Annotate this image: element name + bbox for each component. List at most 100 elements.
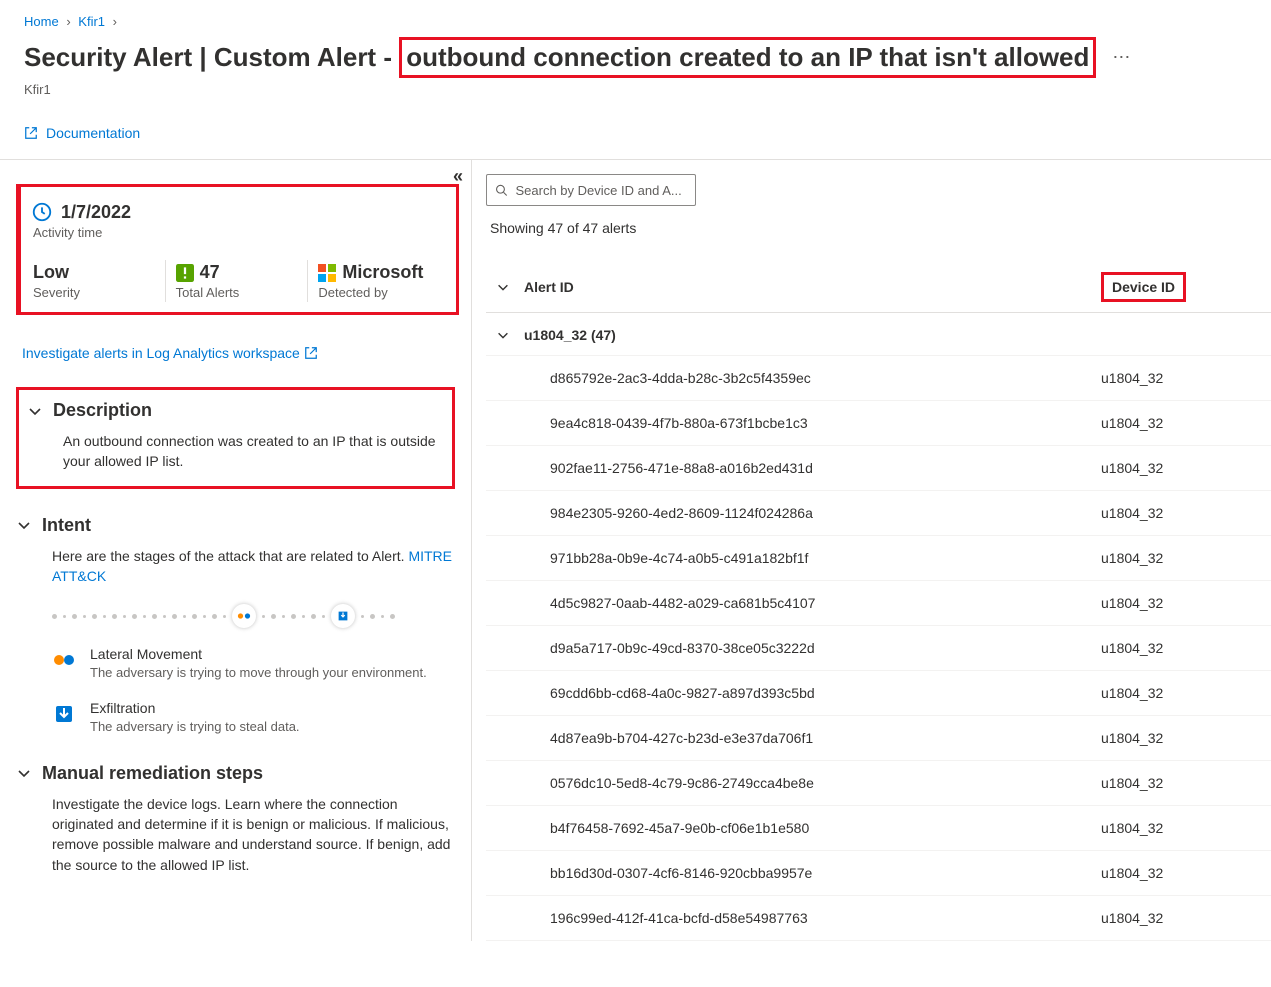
device-id-value: u1804_32 [1101, 595, 1271, 611]
detected-by-value: Microsoft [342, 262, 423, 283]
tactic-name: Lateral Movement [90, 646, 427, 662]
severity-value: Low [33, 262, 155, 283]
table-row[interactable]: bb16d30d-0307-4cf6-8146-920cbba9957eu180… [486, 851, 1271, 896]
device-id-value: u1804_32 [1101, 685, 1271, 701]
device-id-value: u1804_32 [1101, 865, 1271, 881]
column-alert-id[interactable]: Alert ID [520, 279, 1101, 295]
chevron-down-icon [496, 280, 510, 294]
device-id-value: u1804_32 [1101, 505, 1271, 521]
chevron-down-icon [16, 517, 32, 533]
search-input-wrapper[interactable] [486, 174, 696, 206]
table-row[interactable]: d9a5a717-0b9c-49cd-8370-38ce05c3222du180… [486, 626, 1271, 671]
expand-all-button[interactable] [486, 280, 520, 294]
alert-id-value: bb16d30d-0307-4cf6-8146-920cbba9957e [520, 865, 1101, 881]
device-id-value: u1804_32 [1101, 460, 1271, 476]
table-row[interactable]: d865792e-2ac3-4dda-b28c-3b2c5f4359ecu180… [486, 356, 1271, 401]
device-id-value: u1804_32 [1101, 820, 1271, 836]
alert-id-value: 902fae11-2756-471e-88a8-a016b2ed431d [520, 460, 1101, 476]
documentation-link[interactable]: Documentation [24, 125, 140, 141]
page-title: Security Alert | Custom Alert - outbound… [24, 37, 1096, 78]
table-row[interactable]: 0576dc10-5ed8-4c79-9c86-2749cca4be8eu180… [486, 761, 1271, 806]
subtitle: Kfir1 [24, 82, 1247, 97]
collapse-panel-button[interactable]: « [453, 166, 463, 187]
alert-id-value: 4d87ea9b-b704-427c-b23d-e3e37da706f1 [520, 730, 1101, 746]
alert-id-value: 69cdd6bb-cd68-4a0c-9827-a897d393c5bd [520, 685, 1101, 701]
alert-id-value: 9ea4c818-0439-4f7b-880a-673f1bcbe1c3 [520, 415, 1101, 431]
alert-id-value: 196c99ed-412f-41ca-bcfd-d58e54987763 [520, 910, 1101, 926]
intent-title: Intent [42, 515, 91, 536]
total-alerts-cell: 47 Total Alerts [165, 260, 308, 302]
external-link-icon [24, 126, 38, 140]
alert-id-value: b4f76458-7692-45a7-9e0b-cf06e1b1e580 [520, 820, 1101, 836]
search-icon [495, 183, 508, 197]
intent-header[interactable]: Intent [16, 515, 455, 536]
documentation-link-label: Documentation [46, 125, 140, 141]
exfiltration-icon [52, 702, 76, 726]
chevron-down-icon [27, 403, 43, 419]
breadcrumb-home[interactable]: Home [24, 14, 59, 29]
breadcrumb-sep: › [113, 14, 117, 29]
alert-id-value: 0576dc10-5ed8-4c79-9c86-2749cca4be8e [520, 775, 1101, 791]
detected-by-cell: Microsoft Detected by [307, 260, 450, 302]
summary-card: 1/7/2022 Activity time Low Severity 47 T… [16, 184, 459, 315]
external-link-icon [304, 346, 318, 360]
investigate-link[interactable]: Investigate alerts in Log Analytics work… [22, 345, 318, 361]
alert-count-icon [176, 264, 194, 282]
chevron-down-icon [16, 765, 32, 781]
tactic-desc: The adversary is trying to move through … [90, 664, 427, 682]
more-actions-button[interactable]: ⋯ [1104, 47, 1138, 68]
page-title-prefix: Security Alert | Custom Alert - [24, 42, 399, 72]
group-row[interactable]: u1804_32 (47) [486, 313, 1271, 356]
alert-id-value: 971bb28a-0b9e-4c74-a0b5-c491a182bf1f [520, 550, 1101, 566]
intent-body: Here are the stages of the attack that a… [52, 548, 408, 564]
remediation-header[interactable]: Manual remediation steps [16, 763, 455, 784]
exfiltration-node-icon[interactable] [331, 604, 355, 628]
table-row[interactable]: 4d5c9827-0aab-4482-a029-ca681b5c4107u180… [486, 581, 1271, 626]
lateral-movement-icon [52, 648, 76, 672]
intent-section: Intent Here are the stages of the attack… [16, 515, 455, 737]
table-row[interactable]: 69cdd6bb-cd68-4a0c-9827-a897d393c5bdu180… [486, 671, 1271, 716]
column-device-id[interactable]: Device ID [1101, 272, 1186, 302]
table-row[interactable]: 4d87ea9b-b704-427c-b23d-e3e37da706f1u180… [486, 716, 1271, 761]
alert-id-value: 984e2305-9260-4ed2-8609-1124f024286a [520, 505, 1101, 521]
description-body: An outbound connection was created to an… [63, 431, 444, 472]
severity-label: Severity [33, 285, 155, 300]
table-row[interactable]: 902fae11-2756-471e-88a8-a016b2ed431du180… [486, 446, 1271, 491]
total-alerts-label: Total Alerts [176, 285, 298, 300]
table-row[interactable]: 196c99ed-412f-41ca-bcfd-d58e54987763u180… [486, 896, 1271, 941]
table-row[interactable]: 984e2305-9260-4ed2-8609-1124f024286au180… [486, 491, 1271, 536]
device-id-value: u1804_32 [1101, 640, 1271, 656]
device-id-value: u1804_32 [1101, 910, 1271, 926]
description-section: Description An outbound connection was c… [16, 387, 455, 489]
tactic-exfiltration: Exfiltration The adversary is trying to … [52, 700, 455, 736]
device-id-value: u1804_32 [1101, 730, 1271, 746]
table-row[interactable]: 9ea4c818-0439-4f7b-880a-673f1bcbe1c3u180… [486, 401, 1271, 446]
description-header[interactable]: Description [27, 400, 444, 421]
alert-id-value: d865792e-2ac3-4dda-b28c-3b2c5f4359ec [520, 370, 1101, 386]
device-id-value: u1804_32 [1101, 415, 1271, 431]
remediation-section: Manual remediation steps Investigate the… [16, 763, 455, 875]
table-row[interactable]: b4f76458-7692-45a7-9e0b-cf06e1b1e580u180… [486, 806, 1271, 851]
device-id-value: u1804_32 [1101, 370, 1271, 386]
breadcrumb-item[interactable]: Kfir1 [78, 14, 105, 29]
investigate-link-label: Investigate alerts in Log Analytics work… [22, 345, 300, 361]
search-input[interactable] [516, 183, 688, 198]
group-name: u1804_32 (47) [520, 327, 616, 343]
tactic-name: Exfiltration [90, 700, 300, 716]
showing-count: Showing 47 of 47 alerts [490, 220, 1271, 236]
tactic-desc: The adversary is trying to steal data. [90, 718, 300, 736]
total-alerts-value: 47 [200, 262, 220, 283]
clock-icon [31, 201, 53, 223]
page-title-highlight: outbound connection created to an IP tha… [399, 37, 1096, 78]
microsoft-logo-icon [318, 264, 336, 282]
remediation-title: Manual remediation steps [42, 763, 263, 784]
attack-chain [52, 604, 455, 628]
table-row[interactable]: 971bb28a-0b9e-4c74-a0b5-c491a182bf1fu180… [486, 536, 1271, 581]
alert-id-value: d9a5a717-0b9c-49cd-8370-38ce05c3222d [520, 640, 1101, 656]
chevron-down-icon [496, 328, 510, 342]
description-title: Description [53, 400, 152, 421]
detected-by-label: Detected by [318, 285, 440, 300]
device-id-value: u1804_32 [1101, 550, 1271, 566]
lateral-movement-node-icon[interactable] [232, 604, 256, 628]
alerts-table-header: Alert ID Device ID [486, 272, 1271, 313]
